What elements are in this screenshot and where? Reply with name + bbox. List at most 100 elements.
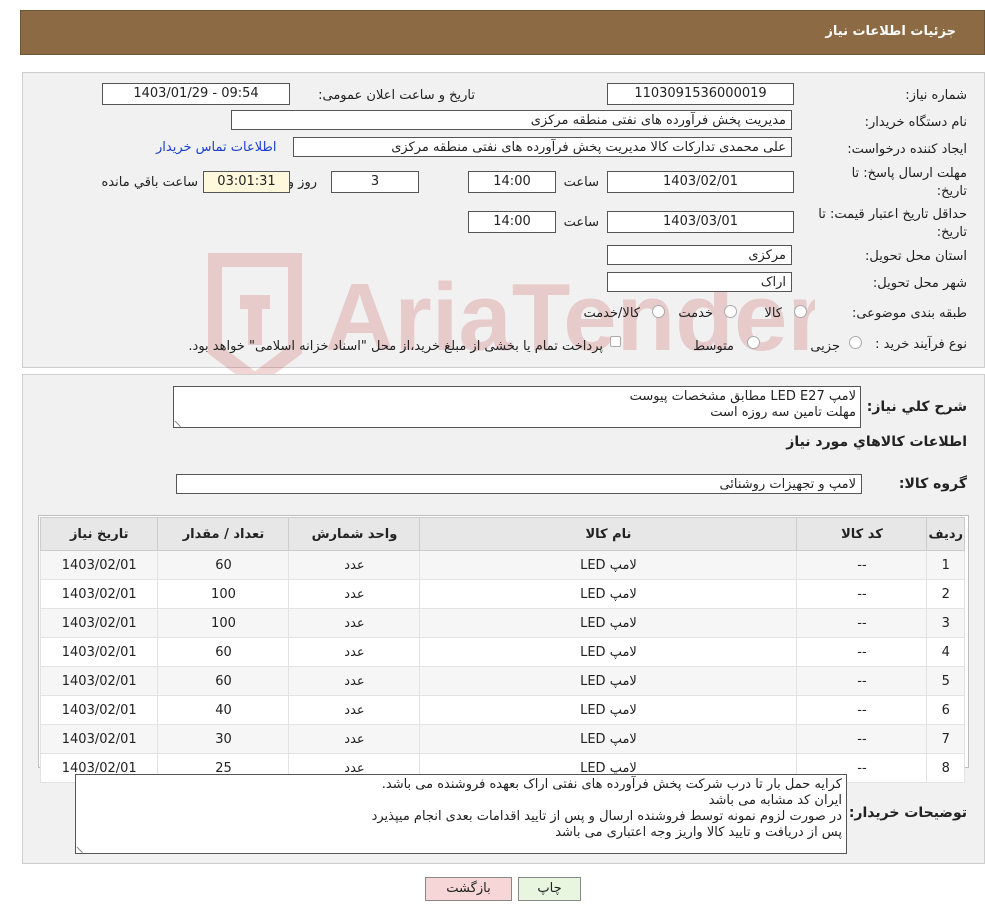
item-name-cell: لامپ LED xyxy=(419,579,798,609)
unit-cell: عدد xyxy=(288,608,421,638)
quantity-cell: 60 xyxy=(157,637,290,667)
quantity-cell: 30 xyxy=(157,724,290,754)
buyer-note-line-4: پس از دریافت و تایید کالا واریز وجه اعتب… xyxy=(555,825,842,840)
province-field: مرکزی xyxy=(607,245,792,265)
unit-cell: عدد xyxy=(288,579,421,609)
table-row: 1 -- لامپ LED عدد 60 1403/02/01 xyxy=(39,550,965,580)
price-validity-label: حداقل تاریخ اعتبار قیمت: تا تاریخ: xyxy=(818,206,967,242)
table-row: 6 -- لامپ LED عدد 40 1403/02/01 xyxy=(39,695,965,725)
remaining-label: ساعت باقي مانده xyxy=(101,175,198,190)
unit-cell: عدد xyxy=(288,550,421,580)
city-field: اراک xyxy=(607,272,792,292)
buyer-note-line-1: کرایه حمل بار تا درب شرکت پخش فرآورده ها… xyxy=(381,777,842,792)
category-option-service: خدمت xyxy=(678,306,713,321)
process-radio-partial[interactable] xyxy=(849,336,862,349)
table-row: 7 -- لامپ LED عدد 30 1403/02/01 xyxy=(39,724,965,754)
remaining-time-field: 03:01:31 xyxy=(203,171,290,193)
item-code-cell: -- xyxy=(796,637,928,667)
category-option-both: کالا/خدمت xyxy=(583,306,640,321)
goods-group-field: لامپ و تجهیزات روشنائی xyxy=(176,474,862,494)
row-index-cell: 6 xyxy=(926,695,965,725)
table-header-row: ردیف کد کالا نام کالا واحد شمارش تعداد /… xyxy=(39,517,965,551)
buyer-org-field: مدیریت پخش فرآورده های نفتی منطقه مرکزی xyxy=(231,110,792,130)
page-title: جزئیات اطلاعات نیاز xyxy=(825,24,956,39)
category-label: طبقه بندی موضوعی: xyxy=(851,306,967,321)
need-date-cell: 1403/02/01 xyxy=(39,695,159,725)
deadline-time-label: ساعت xyxy=(563,175,599,190)
buyer-contact-link[interactable]: اطلاعات تماس خریدار xyxy=(156,140,276,155)
process-radio-medium[interactable] xyxy=(747,336,760,349)
item-code-cell: -- xyxy=(796,724,928,754)
creator-field: علی محمدی تدارکات کالا مدیریت پخش فرآورد… xyxy=(293,137,792,157)
row-index-cell: 2 xyxy=(926,579,965,609)
announce-label: تاریخ و ساعت اعلان عمومی: xyxy=(318,88,475,103)
city-label: شهر محل تحویل: xyxy=(872,276,967,291)
items-table: ردیف کد کالا نام کالا واحد شمارش تعداد /… xyxy=(39,517,965,783)
item-name-cell: لامپ LED xyxy=(419,695,798,725)
quantity-cell: 40 xyxy=(157,695,290,725)
row-index-cell: 3 xyxy=(926,608,965,638)
page-header: جزئیات اطلاعات نیاز xyxy=(20,10,985,55)
description-label: شرح کلي نياز: xyxy=(866,399,967,415)
description-line-2: مهلت تامین سه روزه است xyxy=(710,405,856,420)
need-date-cell: 1403/02/01 xyxy=(39,724,159,754)
process-radio-treasury[interactable] xyxy=(610,336,621,347)
announce-field: 1403/01/29 - 09:54 xyxy=(102,83,290,105)
need-date-cell: 1403/02/01 xyxy=(39,579,159,609)
item-name-cell: لامپ LED xyxy=(419,637,798,667)
item-code-cell: -- xyxy=(796,579,928,609)
item-name-cell: لامپ LED xyxy=(419,724,798,754)
item-name-cell: لامپ LED xyxy=(419,666,798,696)
price-validity-label-line2: تاریخ: xyxy=(936,225,967,240)
category-option-goods: کالا xyxy=(764,306,782,321)
buyer-note-line-2: ایران کد مشابه می باشد xyxy=(708,793,842,808)
need-date-cell: 1403/02/01 xyxy=(39,550,159,580)
unit-cell: عدد xyxy=(288,666,421,696)
buyer-notes-label: توضیحات خریدار: xyxy=(848,805,967,821)
need-date-cell: 1403/02/01 xyxy=(39,666,159,696)
buyer-note-line-3: در صورت لزوم نمونه توسط فروشنده ارسال و … xyxy=(371,809,842,824)
col-unit-header: واحد شمارش xyxy=(288,517,421,551)
price-date-field: 1403/03/01 xyxy=(607,211,794,233)
unit-cell: عدد xyxy=(288,695,421,725)
col-qty-header: تعداد / مقدار xyxy=(157,517,290,551)
category-radio-service[interactable] xyxy=(724,305,737,318)
row-index-cell: 8 xyxy=(926,753,965,783)
goods-group-label: گروه کالا: xyxy=(898,476,967,492)
quantity-cell: 100 xyxy=(157,608,290,638)
process-note: پرداخت تمام یا بخشی از مبلغ خرید،از محل … xyxy=(188,339,603,354)
row-index-cell: 1 xyxy=(926,550,965,580)
creator-label: ایجاد کننده درخواست: xyxy=(847,142,967,157)
resize-grip-icon[interactable] xyxy=(76,840,89,853)
print-button[interactable]: چاپ xyxy=(518,877,581,901)
unit-cell: عدد xyxy=(288,724,421,754)
item-name-cell: لامپ LED xyxy=(419,550,798,580)
item-code-cell: -- xyxy=(796,666,928,696)
process-option-partial: جزیی xyxy=(810,339,840,354)
col-date-header: تاریخ نیاز xyxy=(39,517,159,551)
price-time-field: 14:00 xyxy=(468,211,556,233)
table-row: 5 -- لامپ LED عدد 60 1403/02/01 xyxy=(39,666,965,696)
category-radio-goods[interactable] xyxy=(794,305,807,318)
goods-section-title: اطلاعات كالاهاي مورد نياز xyxy=(786,434,967,450)
buyer-notes-textarea[interactable]: کرایه حمل بار تا درب شرکت پخش فرآورده ها… xyxy=(75,774,847,854)
quantity-cell: 60 xyxy=(157,666,290,696)
row-index-cell: 4 xyxy=(926,637,965,667)
col-name-header: نام کالا xyxy=(419,517,798,551)
need-date-cell: 1403/02/01 xyxy=(39,637,159,667)
description-line-1: لامپ LED E27 مطابق مشخصات پیوست xyxy=(629,389,856,404)
back-button[interactable]: بازگشت xyxy=(425,877,512,901)
table-row: 3 -- لامپ LED عدد 100 1403/02/01 xyxy=(39,608,965,638)
row-index-cell: 5 xyxy=(926,666,965,696)
item-name-cell: لامپ LED xyxy=(419,608,798,638)
col-row-header: ردیف xyxy=(926,517,965,551)
item-code-cell: -- xyxy=(796,550,928,580)
row-index-cell: 7 xyxy=(926,724,965,754)
buyer-org-label: نام دستگاه خریدار: xyxy=(864,115,967,130)
price-time-label: ساعت xyxy=(563,215,599,230)
category-radio-both[interactable] xyxy=(652,305,665,318)
description-textarea[interactable]: لامپ LED E27 مطابق مشخصات پیوست مهلت تام… xyxy=(173,386,861,428)
deadline-label-line1: مهلت ارسال پاسخ: تا xyxy=(851,166,967,181)
need-number-label: شماره نیاز: xyxy=(905,88,967,103)
table-row: 2 -- لامپ LED عدد 100 1403/02/01 xyxy=(39,579,965,609)
